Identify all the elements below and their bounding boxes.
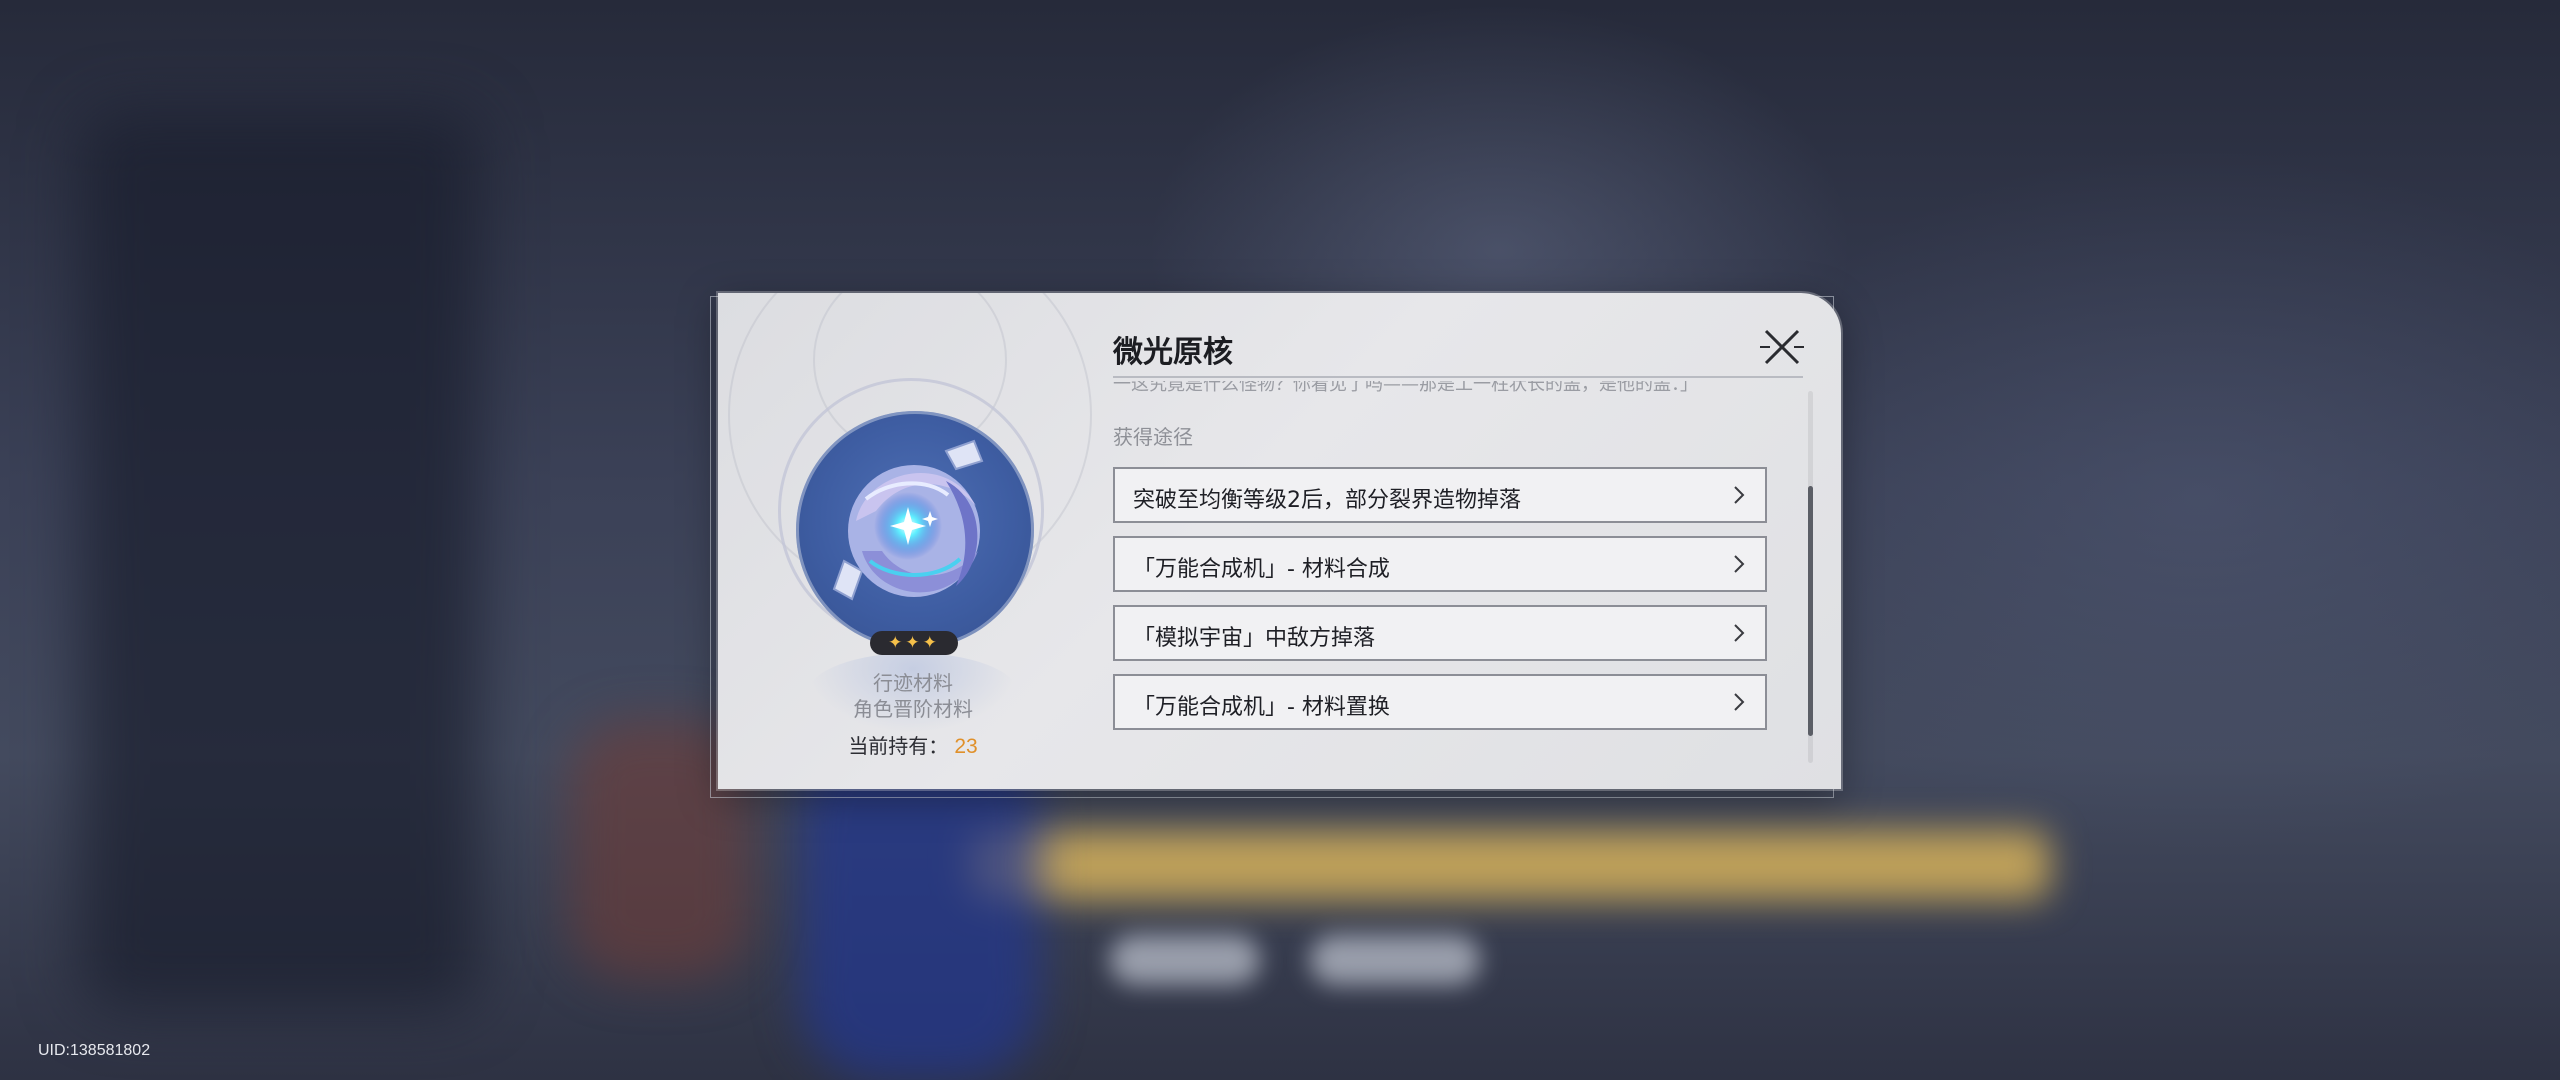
background-menu-panel [80, 110, 480, 1010]
chevron-right-icon [1734, 624, 1745, 642]
source-item-label: 「万能合成机」- 材料置换 [1133, 695, 1390, 720]
source-item-exchange[interactable]: 「万能合成机」- 材料置换 [1113, 674, 1767, 730]
chevron-right-icon [1734, 693, 1745, 711]
chevron-right-icon [1734, 555, 1745, 573]
source-item-synthesis[interactable]: 「万能合成机」- 材料合成 [1113, 536, 1767, 592]
item-info: 微光原核 一这究竟是什么怪物？你看见了吗——那是工一柱状长的盖，是他的盖：」 获… [1113, 293, 1823, 789]
item-name: 微光原核 [1113, 335, 1233, 370]
item-preview: ✦✦✦ 行迹材料 角色晋阶材料 当前持有： 23 [718, 293, 1108, 789]
uid-label: UID:138581802 [38, 1042, 151, 1059]
source-item-label: 突破至均衡等级2后，部分裂界造物掉落 [1133, 488, 1521, 513]
sources-section-label: 获得途径 [1113, 425, 1193, 449]
close-icon [1760, 329, 1804, 365]
owned-count: 23 [954, 735, 978, 758]
background-gold-bar [970, 830, 2050, 900]
chevron-right-icon [1734, 486, 1745, 504]
title-divider [1113, 376, 1803, 378]
close-button[interactable] [1758, 323, 1806, 371]
source-item-simulated-universe[interactable]: 「模拟宇宙」中敌方掉落 [1113, 605, 1767, 661]
source-item-label: 「模拟宇宙」中敌方掉落 [1133, 626, 1376, 651]
item-icon-frame [796, 411, 1034, 649]
source-item-label: 「万能合成机」- 材料合成 [1133, 557, 1390, 582]
glowing-core-icon [832, 439, 984, 601]
scrollbar-thumb[interactable] [1808, 486, 1813, 736]
rarity-stars: ✦✦✦ [870, 631, 958, 655]
item-description-fragment: 一这究竟是什么怪物？你看见了吗——那是工一柱状长的盖，是他的盖：」 [1113, 381, 1698, 393]
item-type-secondary: 角色晋阶材料 [853, 697, 973, 721]
background-button-right [1310, 935, 1480, 985]
source-item-calyx-drop[interactable]: 突破至均衡等级2后，部分裂界造物掉落 [1113, 467, 1767, 523]
owned-count-row: 当前持有： 23 [718, 730, 1108, 759]
scrollbar[interactable] [1808, 391, 1813, 763]
source-list: 突破至均衡等级2后，部分裂界造物掉落 「万能合成机」- 材料合成 「模拟宇宙」中… [1113, 467, 1771, 743]
owned-label: 当前持有： [848, 734, 949, 758]
item-type-primary: 行迹材料 [873, 671, 953, 695]
item-detail-dialog: ✦✦✦ 行迹材料 角色晋阶材料 当前持有： 23 微光原核 一这究竟是什么怪物？你… [718, 293, 1841, 789]
background-button-left [1110, 935, 1260, 985]
